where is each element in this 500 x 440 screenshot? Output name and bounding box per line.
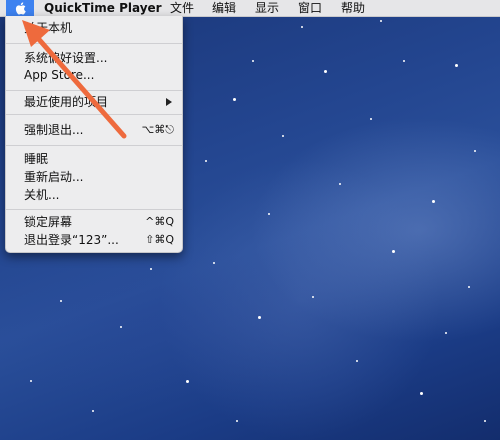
annotation-arrow-icon <box>22 20 127 139</box>
